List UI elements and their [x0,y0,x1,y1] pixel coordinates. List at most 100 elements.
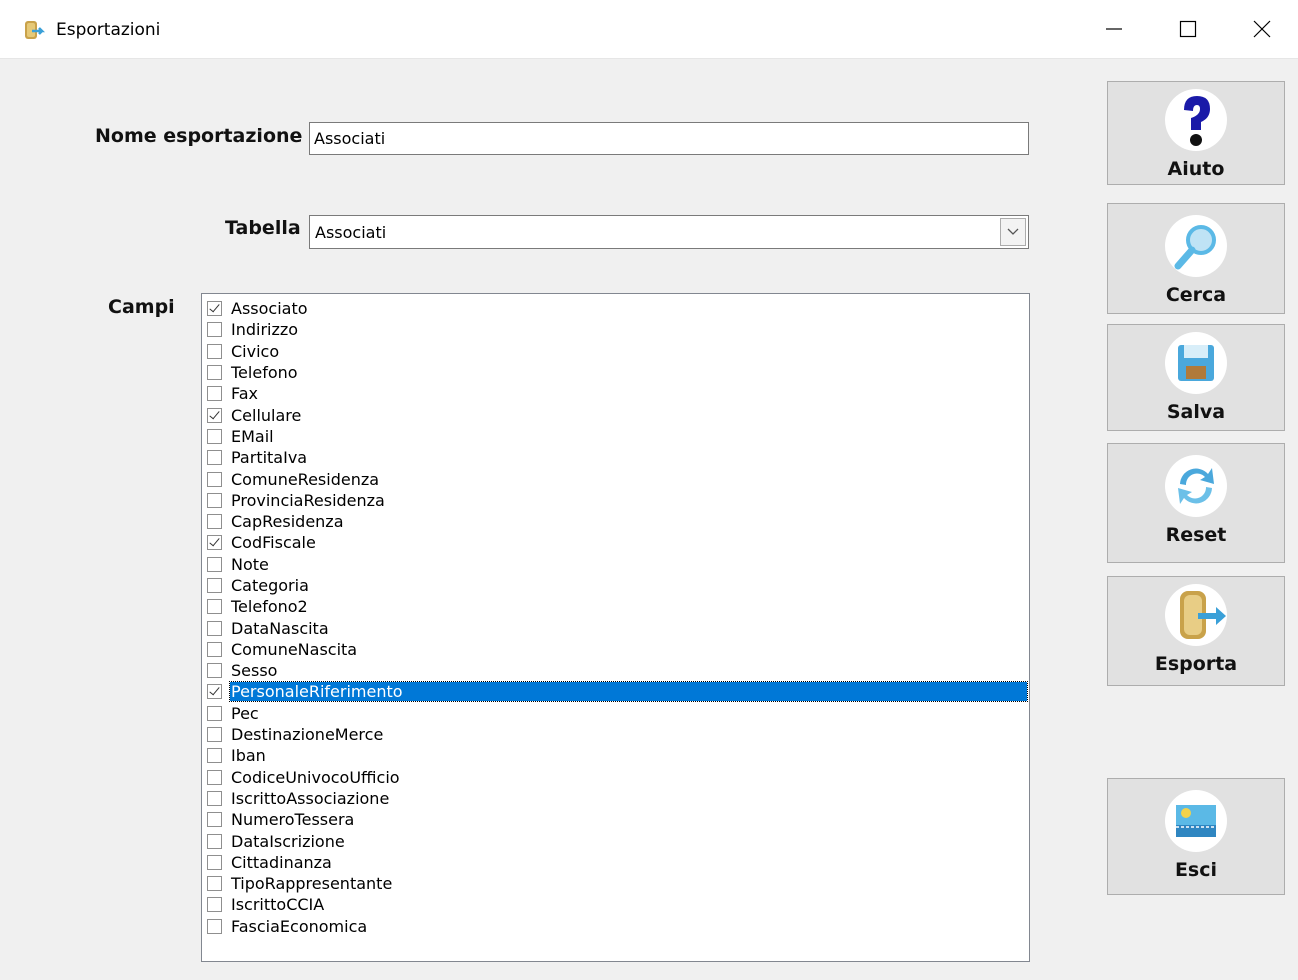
checkbox[interactable] [207,514,222,530]
magnifier-icon [1164,214,1228,282]
checkbox[interactable] [207,407,222,423]
esci-label: Esci [1174,859,1218,881]
list-item[interactable]: NumeroTessera [207,809,1029,830]
list-item[interactable]: Associato [207,298,1029,319]
checkbox[interactable] [207,556,222,572]
list-item-label: ComuneResidenza [231,469,380,489]
floppy-disk-icon [1164,331,1228,399]
list-item-label: Telefono2 [231,597,308,617]
list-item-label: Associato [231,299,308,319]
list-item[interactable]: Categoria [207,575,1029,596]
list-item-label: IscrittoCCIA [231,895,325,915]
list-item[interactable]: Indirizzo [207,319,1029,340]
list-item-label: ProvinciaResidenza [231,490,385,510]
checkbox[interactable] [207,620,222,636]
checkbox[interactable] [207,386,222,402]
checkbox[interactable] [207,365,222,381]
checkbox[interactable] [207,343,222,359]
list-item[interactable]: ComuneNascita [207,639,1029,660]
tabella-select-value: Associati [315,223,387,242]
list-item[interactable]: Telefono [207,362,1029,383]
list-item[interactable]: CodiceUnivocoUfficio [207,767,1029,788]
list-item[interactable]: DataNascita [207,617,1029,638]
esporta-button[interactable]: Esporta [1107,576,1285,686]
checkbox[interactable] [207,727,222,743]
list-item[interactable]: DataIscrizione [207,830,1029,851]
checkbox[interactable] [207,833,222,849]
checkbox[interactable] [207,663,222,679]
aiuto-button[interactable]: Aiuto [1107,81,1285,185]
checkbox[interactable] [207,854,222,870]
list-item-label: EMail [231,426,274,446]
checkbox[interactable] [207,705,222,721]
list-item[interactable]: CodFiscale [207,532,1029,553]
campi-list: Associato Indirizzo Civico Telefono Fax Cellu… [207,298,1029,937]
list-item[interactable]: EMail [207,426,1029,447]
reset-button[interactable]: Reset [1107,443,1285,563]
tabella-select[interactable]: Associati [309,215,1029,249]
list-item[interactable]: Civico [207,341,1029,362]
nome-esportazione-input[interactable] [309,122,1029,155]
list-item[interactable]: Cellulare [207,404,1029,425]
campi-checklist[interactable]: Associato Indirizzo Civico Telefono Fax Cellu… [201,293,1030,962]
window-title: Esportazioni [56,20,161,40]
checkbox[interactable] [207,322,222,338]
list-item[interactable]: Pec [207,703,1029,724]
list-item[interactable]: Sesso [207,660,1029,681]
list-item[interactable]: Iban [207,745,1029,766]
checkbox[interactable] [207,535,222,551]
esci-button[interactable]: Esci [1107,778,1285,895]
list-item-label: Telefono [231,363,298,383]
list-item[interactable]: ComuneResidenza [207,468,1029,489]
close-button[interactable] [1225,0,1298,58]
checkbox[interactable] [207,301,222,317]
list-item-label: NumeroTessera [231,810,355,830]
app-icon [20,18,46,44]
checkbox[interactable] [207,684,222,700]
list-item-label: TipoRappresentante [231,874,393,894]
list-item[interactable]: ProvinciaResidenza [207,490,1029,511]
list-item-label: IscrittoAssociazione [231,788,390,808]
salva-button[interactable]: Salva [1107,324,1285,431]
exit-icon [1164,789,1228,857]
list-item-label: PartitaIva [231,448,308,468]
list-item[interactable]: TipoRappresentante [207,873,1029,894]
cerca-button[interactable]: Cerca [1107,203,1285,314]
title-bar: Esportazioni [0,0,1298,59]
maximize-button[interactable] [1151,0,1225,58]
list-item-label: Fax [231,384,259,404]
cerca-label: Cerca [1165,284,1227,306]
list-item[interactable]: Telefono2 [207,596,1029,617]
list-item[interactable]: DestinazioneMerce [207,724,1029,745]
salva-label: Salva [1166,401,1226,423]
nome-esportazione-label: Nome esportazione [95,125,303,147]
checkbox[interactable] [207,897,222,913]
list-item[interactable]: IscrittoCCIA [207,894,1029,915]
dropdown-arrow-button[interactable] [1000,218,1026,246]
checkbox[interactable] [207,876,222,892]
list-item[interactable]: Note [207,554,1029,575]
checkbox[interactable] [207,918,222,934]
checkbox[interactable] [207,769,222,785]
checkbox[interactable] [207,471,222,487]
checkbox[interactable] [207,578,222,593]
checkbox[interactable] [207,812,222,828]
checkbox[interactable] [207,492,222,508]
checkbox[interactable] [207,641,222,657]
list-item[interactable]: PersonaleRiferimento [207,681,1029,703]
list-item[interactable]: Fax [207,383,1029,404]
checkbox[interactable] [207,450,222,466]
checkbox[interactable] [207,790,222,806]
checkbox[interactable] [207,599,222,615]
list-item[interactable]: Cittadinanza [207,852,1029,873]
list-item[interactable]: IscrittoAssociazione [207,788,1029,809]
list-item-label: Cittadinanza [231,852,332,872]
list-item-label: Indirizzo [231,320,299,340]
checkbox[interactable] [207,428,222,444]
minimize-button[interactable] [1077,0,1151,58]
list-item-label: ComuneNascita [231,639,358,659]
checkbox[interactable] [207,748,222,764]
list-item[interactable]: PartitaIva [207,447,1029,468]
list-item[interactable]: FasciaEconomica [207,916,1029,937]
list-item[interactable]: CapResidenza [207,511,1029,532]
